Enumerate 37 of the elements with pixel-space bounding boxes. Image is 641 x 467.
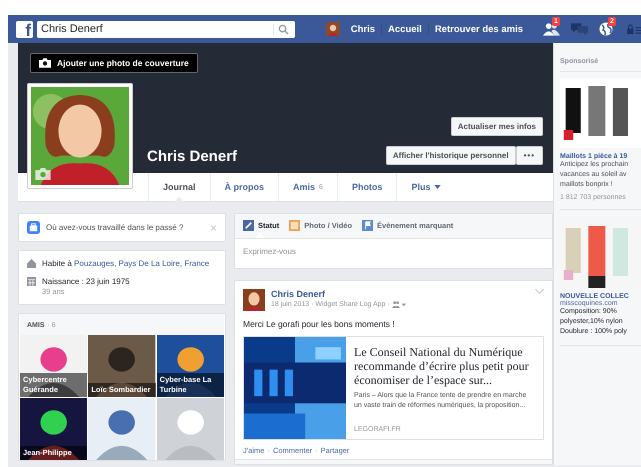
camera-icon[interactable]: [35, 168, 51, 180]
link-preview[interactable]: [243, 336, 544, 440]
profile-link[interactable]: Chris: [344, 24, 382, 34]
activity-log-button[interactable]: Afficher l'historique personnel: [386, 146, 516, 165]
post-text: Merci Le gorafi pour les bons moments !: [243, 319, 396, 329]
calendar-icon: [27, 277, 36, 286]
user-avatar[interactable]: [326, 22, 340, 36]
birthday-text: Naissance : 23 juin 1975: [42, 277, 130, 286]
globe-icon[interactable]: [599, 22, 613, 36]
profile-tab[interactable]: Photos: [336, 173, 396, 201]
briefcase-icon: [27, 221, 40, 234]
flag-icon: [362, 220, 374, 231]
nav-link[interactable]: Retrouver des amis: [428, 24, 529, 34]
more-button[interactable]: •••: [516, 146, 543, 165]
profile-name: Chris Denerf: [147, 148, 238, 165]
profile-tab[interactable]: Journal: [148, 173, 210, 201]
house-icon: [27, 259, 36, 268]
residence-text: Habite à Pouzauges, Pays De La Loire, France: [42, 259, 210, 268]
article-title: Le Conseil National du Numérique recommande d’écrire plus petit pour économiser de l’espace sur...: [354, 345, 530, 387]
search-field[interactable]: Chris Denerf: [37, 20, 295, 38]
add-cover-photo-button[interactable]: Ajouter une photo de couverture: [30, 53, 198, 73]
work-prompt[interactable]: Où avez-vous travaillé dans le passé ?: [46, 223, 204, 232]
author-link[interactable]: Chris Denerf: [271, 289, 406, 299]
camera-icon: [39, 58, 51, 68]
photo-icon: [289, 220, 300, 231]
search-icon[interactable]: [273, 24, 289, 34]
pencil-icon: [243, 220, 254, 231]
place-link[interactable]: Pouzauges, Pays De La Loire, France: [74, 259, 210, 268]
profile-tab[interactable]: Plus: [396, 173, 456, 201]
nav-link[interactable]: Accueil: [381, 24, 428, 34]
search-input[interactable]: Chris Denerf: [37, 23, 267, 35]
update-info-button[interactable]: Actualiser mes infos: [450, 117, 543, 136]
caret-icon: [434, 185, 442, 189]
audience-icon[interactable]: [392, 301, 406, 308]
facebook-logo[interactable]: f: [16, 20, 33, 38]
author-avatar[interactable]: [243, 289, 265, 311]
profile-tab[interactable]: À propos: [210, 173, 278, 201]
